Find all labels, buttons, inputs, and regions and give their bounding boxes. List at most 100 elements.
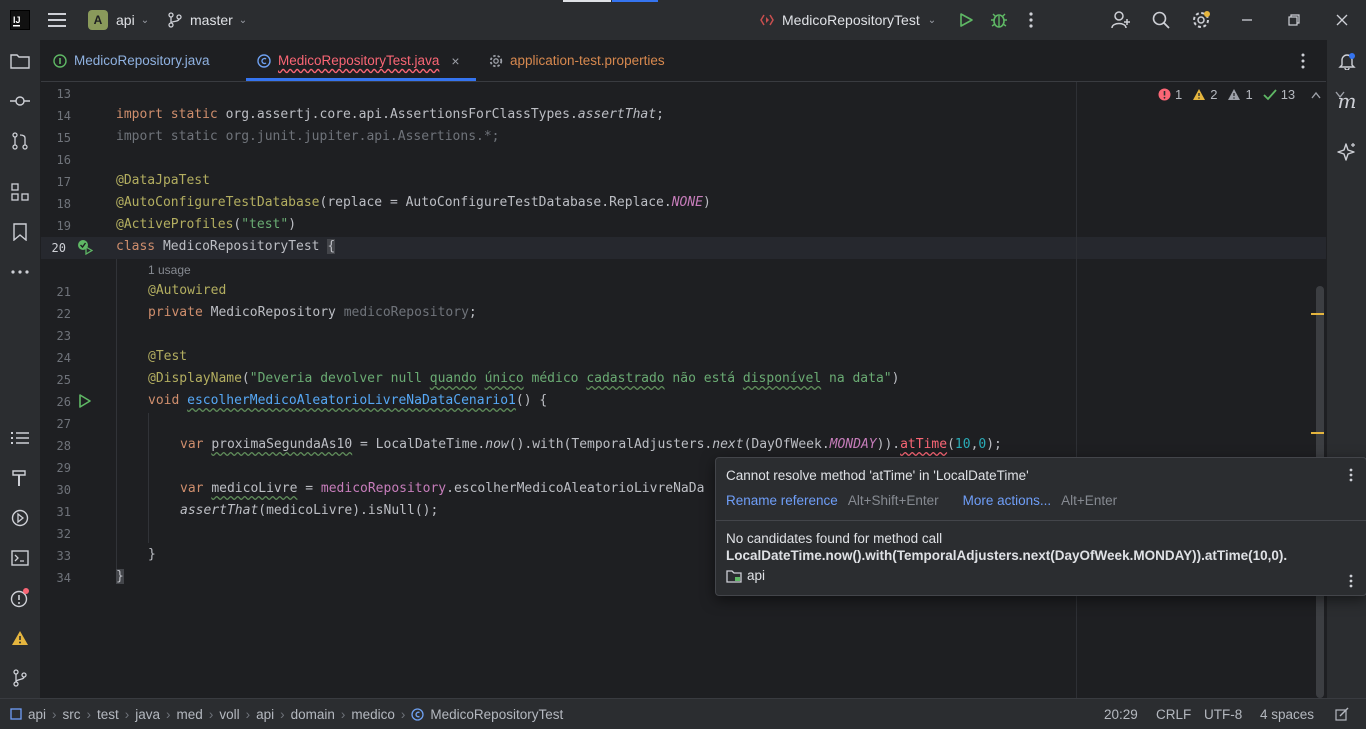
build-hammer-icon[interactable] [0, 462, 40, 494]
code-editor[interactable] [111, 82, 1326, 698]
run-config-selector[interactable]: MedicoRepositoryTest ⌄ [760, 0, 936, 40]
code-line-26: void escolherMedicoAleatorioLivreNaDataC… [148, 393, 548, 408]
file-encoding[interactable]: UTF-8 [1204, 699, 1242, 729]
app-logo-icon[interactable]: IJ [10, 0, 30, 40]
git-icon[interactable] [0, 662, 40, 694]
more-tools-icon[interactable] [0, 256, 40, 288]
inspection-widget[interactable]: 1 2 1 13 [1158, 87, 1345, 102]
popup-options-icon[interactable] [1348, 468, 1354, 482]
chevron-down-icon[interactable] [1335, 91, 1345, 99]
line-number: 26 [56, 395, 71, 409]
project-name: api [116, 12, 135, 28]
notifications-bell-icon[interactable] [1327, 45, 1366, 77]
left-tool-strip [0, 40, 41, 698]
svg-text:IJ: IJ [13, 15, 21, 25]
ai-assistant-icon[interactable] [1327, 136, 1366, 168]
settings-gear-icon[interactable] [1191, 0, 1211, 40]
read-only-toggle-icon[interactable] [1335, 699, 1349, 729]
line-number: 19 [56, 219, 71, 233]
tab-medico-repository[interactable]: MedicoRepository.java [53, 40, 210, 81]
more-vertical-icon[interactable] [1028, 0, 1034, 40]
more-actions-link[interactable]: More actions... [963, 493, 1052, 508]
popup-detail-expression: LocalDateTime.now().with(TemporalAdjuste… [726, 548, 1288, 563]
debug-icon[interactable] [990, 0, 1008, 40]
chevron-down-icon: ⌄ [927, 14, 937, 26]
project-selector[interactable]: A api ⌄ [88, 0, 149, 40]
commit-icon[interactable] [0, 85, 40, 117]
branch-name: master [190, 12, 233, 28]
weak-warning-icon [1227, 88, 1241, 101]
chevron-down-icon: ⌄ [140, 14, 150, 26]
close-window-icon[interactable] [1336, 0, 1348, 40]
chevron-right-icon: › [280, 706, 285, 722]
search-icon[interactable] [1152, 0, 1170, 40]
tab-application-test-properties[interactable]: application-test.properties [489, 40, 665, 81]
code-line-24: @Test [148, 349, 188, 364]
git-branch-icon [168, 12, 182, 28]
structure-icon[interactable] [0, 176, 40, 208]
line-number: 32 [56, 527, 71, 541]
breadcrumb-item[interactable]: api [256, 707, 274, 722]
breadcrumb-item[interactable]: test [97, 707, 119, 722]
breadcrumb-item[interactable]: med [177, 707, 203, 722]
breadcrumb-item[interactable]: medico [351, 707, 395, 722]
title-highlight-accent [612, 0, 658, 2]
usage-hint[interactable]: 1 usage [148, 263, 191, 277]
code-line-18: @AutoConfigureTestDatabase(replace = Aut… [116, 195, 711, 210]
warning-icon [1192, 88, 1206, 101]
tab-medico-repository-test[interactable]: MedicoRepositoryTest.java × [257, 40, 460, 81]
breadcrumb-item[interactable]: java [135, 707, 160, 722]
warning-triangle-icon[interactable] [0, 622, 40, 654]
run-test-class-icon[interactable] [77, 239, 93, 255]
indent-setting[interactable]: 4 spaces [1260, 699, 1314, 729]
close-tab-icon[interactable]: × [451, 53, 459, 69]
module-square-icon [10, 708, 22, 720]
caret-position[interactable]: 20:29 [1104, 699, 1138, 729]
warning-marker[interactable] [1311, 432, 1324, 434]
code-line-30: var medicoLivre = medicoRepository.escol… [180, 481, 705, 496]
error-count: 1 [1175, 87, 1183, 102]
branch-selector[interactable]: master ⌄ [168, 0, 247, 40]
add-user-icon[interactable] [1111, 0, 1131, 40]
line-number: 33 [56, 549, 71, 563]
terminal-icon[interactable] [0, 542, 40, 574]
run-icon[interactable] [958, 0, 974, 40]
restore-icon[interactable] [1288, 0, 1300, 40]
typo-count: 13 [1280, 87, 1296, 102]
breadcrumb-item[interactable]: voll [219, 707, 239, 722]
code-line-34: } [116, 569, 124, 584]
gear-file-icon [489, 54, 503, 68]
indent-guide [148, 413, 149, 543]
breadcrumb-item[interactable]: domain [291, 707, 335, 722]
code-line-22: private MedicoRepository medicoRepositor… [148, 305, 477, 320]
line-number: 16 [56, 153, 71, 167]
run-test-method-icon[interactable] [78, 394, 92, 408]
line-separator[interactable]: CRLF [1156, 699, 1191, 729]
main-menu-icon[interactable] [48, 0, 68, 40]
minimize-icon[interactable] [1241, 0, 1253, 40]
pull-requests-icon[interactable] [0, 125, 40, 157]
bookmarks-icon[interactable] [0, 216, 40, 248]
problems-icon[interactable] [0, 582, 40, 614]
breadcrumb-item[interactable]: src [63, 707, 81, 722]
breadcrumb-item[interactable]: api [28, 707, 46, 722]
todo-list-icon[interactable] [0, 422, 40, 454]
error-icon [1158, 88, 1171, 101]
line-number: 21 [56, 285, 71, 299]
warning-marker[interactable] [1311, 313, 1324, 315]
chevron-right-icon: › [245, 706, 251, 722]
services-icon[interactable] [0, 502, 40, 534]
error-tooltip-popup: Cannot resolve method 'atTime' in 'Local… [715, 457, 1366, 596]
rename-reference-link[interactable]: Rename reference [726, 493, 838, 508]
popup-detail-options-icon[interactable] [1348, 574, 1354, 588]
popup-module[interactable]: api [726, 568, 765, 583]
run-config-name: MedicoRepositoryTest [782, 12, 920, 28]
chevron-up-icon[interactable] [1311, 91, 1321, 99]
project-folder-icon[interactable] [0, 45, 40, 77]
breadcrumb-item[interactable]: MedicoRepositoryTest [430, 707, 563, 722]
tab-options-icon[interactable] [1300, 40, 1306, 81]
code-line-25: @DisplayName("Deveria devolver null quan… [148, 371, 900, 386]
module-folder-icon [726, 569, 742, 583]
line-number: 25 [56, 373, 71, 387]
line-number: 15 [56, 131, 71, 145]
